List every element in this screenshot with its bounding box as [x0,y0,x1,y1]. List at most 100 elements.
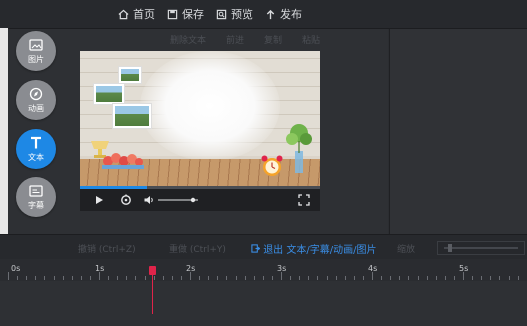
delete-text-button[interactable]: 删除文本 [170,33,206,46]
timeline-label: 0s [11,264,21,273]
timeline-tick [17,276,19,280]
timeline-tick [44,276,46,280]
timeline-tick [153,276,155,280]
timeline-ruler[interactable]: 0s 1s 2s 3s 4s 5s [0,259,527,281]
exit-icon [251,244,261,253]
home-button[interactable]: 首页 [118,6,155,22]
sidebar-item-image[interactable]: 图片 [16,31,56,71]
photo-frame [118,66,142,84]
loop-icon[interactable] [120,194,132,206]
save-label: 保存 [182,8,204,21]
timeline-tick [326,276,328,280]
home-label: 首页 [133,8,155,21]
sidebar-item-label: 文本 [28,152,44,162]
zoom-label: 缩放 [397,245,416,255]
timeline-tick [271,276,273,280]
save-icon [167,9,178,19]
timeline-tick [335,276,337,280]
preview-icon [216,9,227,19]
timeline-tick [481,276,483,280]
spotlight-glow [140,51,280,161]
timeline-tick [171,276,173,280]
timeline-tick [344,276,346,280]
timeline-tick [62,276,64,280]
timeline-tick [417,276,419,280]
timeline-tick [299,276,301,280]
playhead-handle[interactable] [149,266,156,275]
sidebar-item-label: 字幕 [28,200,44,210]
video-preview[interactable] [80,51,320,211]
timeline-tick [453,276,455,280]
left-edge-strip [0,28,8,248]
timeline-tick [144,276,146,280]
sidebar-item-label: 动画 [28,103,44,113]
preview-button[interactable]: 预览 [216,6,253,22]
timeline-tick [208,276,210,280]
timeline-track-area[interactable] [0,281,527,326]
timeline-tick [362,276,364,280]
timeline-tick [463,272,464,280]
timeline-tick [108,276,110,280]
undo-button[interactable]: 撤销 (Ctrl+Z) [78,242,136,255]
volume-icon[interactable] [143,194,155,206]
zoom-slider[interactable] [437,241,525,255]
copy-button[interactable]: 复制 [264,33,282,46]
timeline-tick [71,276,73,280]
save-button[interactable]: 保存 [167,6,204,22]
timeline-tick [217,276,219,280]
publish-label: 发布 [280,8,302,21]
sidebar-item-label: 图片 [28,54,44,64]
timeline-tick [290,276,292,280]
exit-edit-button[interactable]: 退出 文本/字幕/动画/图片 [251,241,376,256]
photo-frame [112,103,152,129]
timeline-tick [253,276,255,280]
sidebar-item-text[interactable]: 文本 [16,129,56,169]
timeline-tick [89,276,91,280]
timeline-tick [508,276,510,280]
fullscreen-icon[interactable] [298,194,310,206]
image-icon [29,38,43,51]
publish-button[interactable]: 发布 [265,6,302,22]
timeline-tick [499,276,501,280]
timeline-tick [235,276,237,280]
home-icon [118,9,129,19]
redo-button[interactable]: 重做 (Ctrl+Y) [169,242,226,255]
paste-button[interactable]: 粘贴 [302,33,320,46]
timeline-tick [8,272,9,280]
exit-edit-label: 退出 文本/字幕/动画/图片 [263,245,377,256]
sidebar-item-subtitle[interactable]: 字幕 [16,177,56,217]
history-bar: 撤销 (Ctrl+Z) 重做 (Ctrl+Y) 退出 文本/字幕/动画/图片 缩… [0,234,527,260]
text-icon [31,136,41,148]
timeline-tick [135,276,137,280]
timeline-tick [162,276,164,280]
alarm-clock-illustration [261,155,283,176]
timeline-tick [435,276,437,280]
scene-background [80,51,320,186]
plant-illustration [286,124,312,173]
top-bar: 首页 保存 预览 发布 [0,0,527,29]
timeline-tick [26,276,28,280]
timeline-tick [381,276,383,280]
timeline-tick [372,272,373,280]
timeline-tick [426,276,428,280]
top-nav: 首页 保存 预览 发布 [118,6,302,22]
play-icon[interactable] [94,195,104,205]
timeline-tick [472,276,474,280]
timeline-tick [408,276,410,280]
zoom-slider-knob[interactable] [448,244,452,252]
forward-button[interactable]: 前进 [226,33,244,46]
timeline-tick [444,276,446,280]
subtitle-icon [29,184,43,197]
timeline-tick [199,276,201,280]
photo-frame [93,83,125,105]
timeline-tick [126,276,128,280]
timeline-tick [244,276,246,280]
timeline-tick [262,276,264,280]
sidebar-item-animation[interactable]: 动画 [16,80,56,120]
volume-slider[interactable] [158,197,198,203]
timeline-tick [117,276,119,280]
timeline-tick [190,272,191,280]
timeline-tick [35,276,37,280]
timeline-tick [517,276,519,280]
editor-toolbar: 删除文本 前进 复制 粘贴 [170,33,320,46]
